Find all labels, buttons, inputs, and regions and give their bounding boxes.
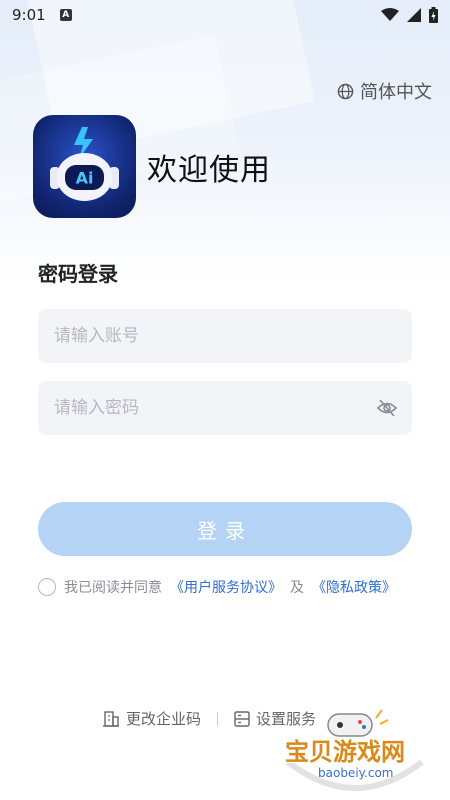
agreement-row: 我已阅读并同意 《用户服务协议》 及 《隐私政策》 [38, 577, 396, 597]
change-enterprise-code-link[interactable]: 更改企业码 [102, 708, 201, 729]
battery-icon [429, 7, 438, 23]
status-right [381, 7, 438, 23]
agree-prefix: 我已阅读并同意 [64, 580, 162, 596]
signal-icon [407, 8, 421, 22]
agree-checkbox[interactable] [38, 578, 56, 596]
privacy-policy-link[interactable]: 《隐私政策》 [312, 577, 396, 597]
building-icon [103, 710, 119, 727]
status-time: 9:01 [12, 6, 46, 24]
language-label: 简体中文 [360, 82, 432, 103]
user-agreement-link[interactable]: 《用户服务协议》 [170, 577, 282, 597]
login-button[interactable]: 登录 [38, 502, 412, 556]
wifi-icon [381, 8, 399, 21]
app-logo: Ai [33, 115, 136, 218]
language-selector[interactable]: 简体中文 [337, 78, 432, 104]
change-code-label: 更改企业码 [126, 710, 202, 728]
status-bar: 9:01 A [0, 0, 450, 30]
status-left: 9:01 A [12, 6, 72, 24]
divider [217, 711, 219, 726]
welcome-title: 欢迎使用 [147, 153, 271, 188]
password-login-title: 密码登录 [38, 262, 118, 286]
logo-text: Ai [76, 169, 94, 188]
notification-a-icon: A [59, 9, 72, 21]
watermark: 宝贝游戏网 baobeiy.com [280, 704, 440, 794]
watermark-url: baobeiy.com [318, 766, 394, 780]
server-icon [234, 710, 250, 727]
password-field [38, 381, 412, 435]
account-input[interactable] [38, 309, 412, 363]
robot-icon: Ai [50, 127, 119, 201]
watermark-title: 宝贝游戏网 [285, 738, 405, 766]
eye-off-icon[interactable] [376, 398, 398, 418]
password-input[interactable] [38, 381, 412, 435]
agree-and: 及 [290, 580, 304, 596]
globe-icon [337, 83, 354, 99]
